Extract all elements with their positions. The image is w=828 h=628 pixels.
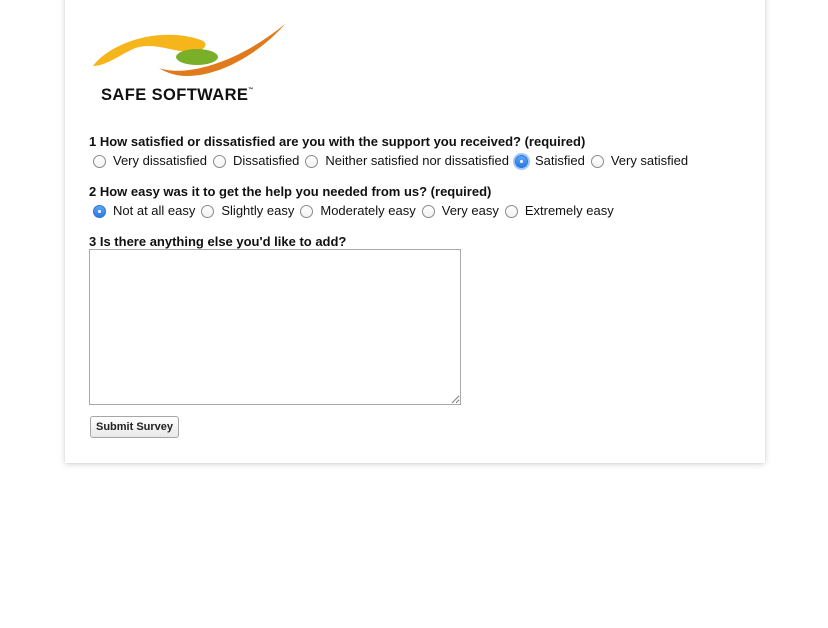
- trademark-symbol: ™: [248, 87, 254, 93]
- q1-option-label: Very dissatisfied: [113, 153, 207, 168]
- q2-option-label: Slightly easy: [221, 203, 295, 218]
- safe-software-logo: SAFE SOFTWARE™: [91, 22, 287, 106]
- q1-radio-very-satisfied[interactable]: [590, 154, 604, 168]
- q2-radio-not-at-all-easy[interactable]: [93, 204, 106, 218]
- q2-option-moderately-easy[interactable]: Moderately easy: [300, 203, 416, 219]
- brand-name: SAFE SOFTWARE: [101, 86, 249, 104]
- resize-grip-icon[interactable]: [451, 395, 460, 404]
- q1-option-label: Very satisfied: [610, 153, 689, 168]
- q1-option-label: Neither satisfied nor dissatisfied: [325, 153, 509, 168]
- q1-option-very-satisfied[interactable]: Very satisfied: [590, 153, 689, 169]
- q1-option-dissatisfied[interactable]: Dissatisfied: [212, 153, 300, 169]
- q1-option-neither[interactable]: Neither satisfied nor dissatisfied: [305, 153, 509, 169]
- question-2-label: 2 How easy was it to get the help you ne…: [89, 184, 492, 199]
- q1-radio-neither[interactable]: [305, 154, 319, 168]
- q2-option-label: Moderately easy: [320, 203, 416, 218]
- submit-survey-button[interactable]: Submit Survey: [90, 416, 180, 438]
- comments-textarea[interactable]: [89, 249, 461, 405]
- q2-option-label: Not at all easy: [113, 203, 196, 218]
- q2-option-not-at-all-easy[interactable]: Not at all easy: [93, 203, 195, 219]
- q2-radio-very-easy[interactable]: [421, 204, 435, 218]
- q2-radio-slightly-easy[interactable]: [201, 204, 215, 218]
- q2-option-label: Very easy: [441, 203, 499, 218]
- question-2-options: Not at all easy Slightly easy Moderately…: [93, 203, 620, 219]
- q2-option-very-easy[interactable]: Very easy: [421, 203, 499, 219]
- question-3-label: 3 Is there anything else you'd like to a…: [89, 234, 347, 249]
- question-1-label: 1 How satisfied or dissatisfied are you …: [89, 134, 586, 149]
- question-1-options: Very dissatisfied Dissatisfied Neither s…: [93, 153, 694, 169]
- q2-radio-extremely-easy[interactable]: [504, 204, 518, 218]
- logo-wordmark: SAFE SOFTWARE™: [101, 86, 253, 105]
- q1-radio-satisfied[interactable]: [514, 154, 528, 168]
- q1-radio-dissatisfied[interactable]: [212, 154, 226, 168]
- q1-radio-very-dissatisfied[interactable]: [93, 154, 106, 168]
- q2-radio-moderately-easy[interactable]: [300, 204, 314, 218]
- q1-option-label: Dissatisfied: [232, 153, 300, 168]
- q2-option-extremely-easy[interactable]: Extremely easy: [504, 203, 614, 219]
- q1-option-very-dissatisfied[interactable]: Very dissatisfied: [93, 153, 207, 169]
- logo-swoosh-icon: [93, 24, 285, 76]
- q1-option-label: Satisfied: [534, 153, 585, 168]
- q1-option-satisfied[interactable]: Satisfied: [514, 153, 585, 169]
- q2-option-slightly-easy[interactable]: Slightly easy: [201, 203, 294, 219]
- q2-option-label: Extremely easy: [524, 203, 614, 218]
